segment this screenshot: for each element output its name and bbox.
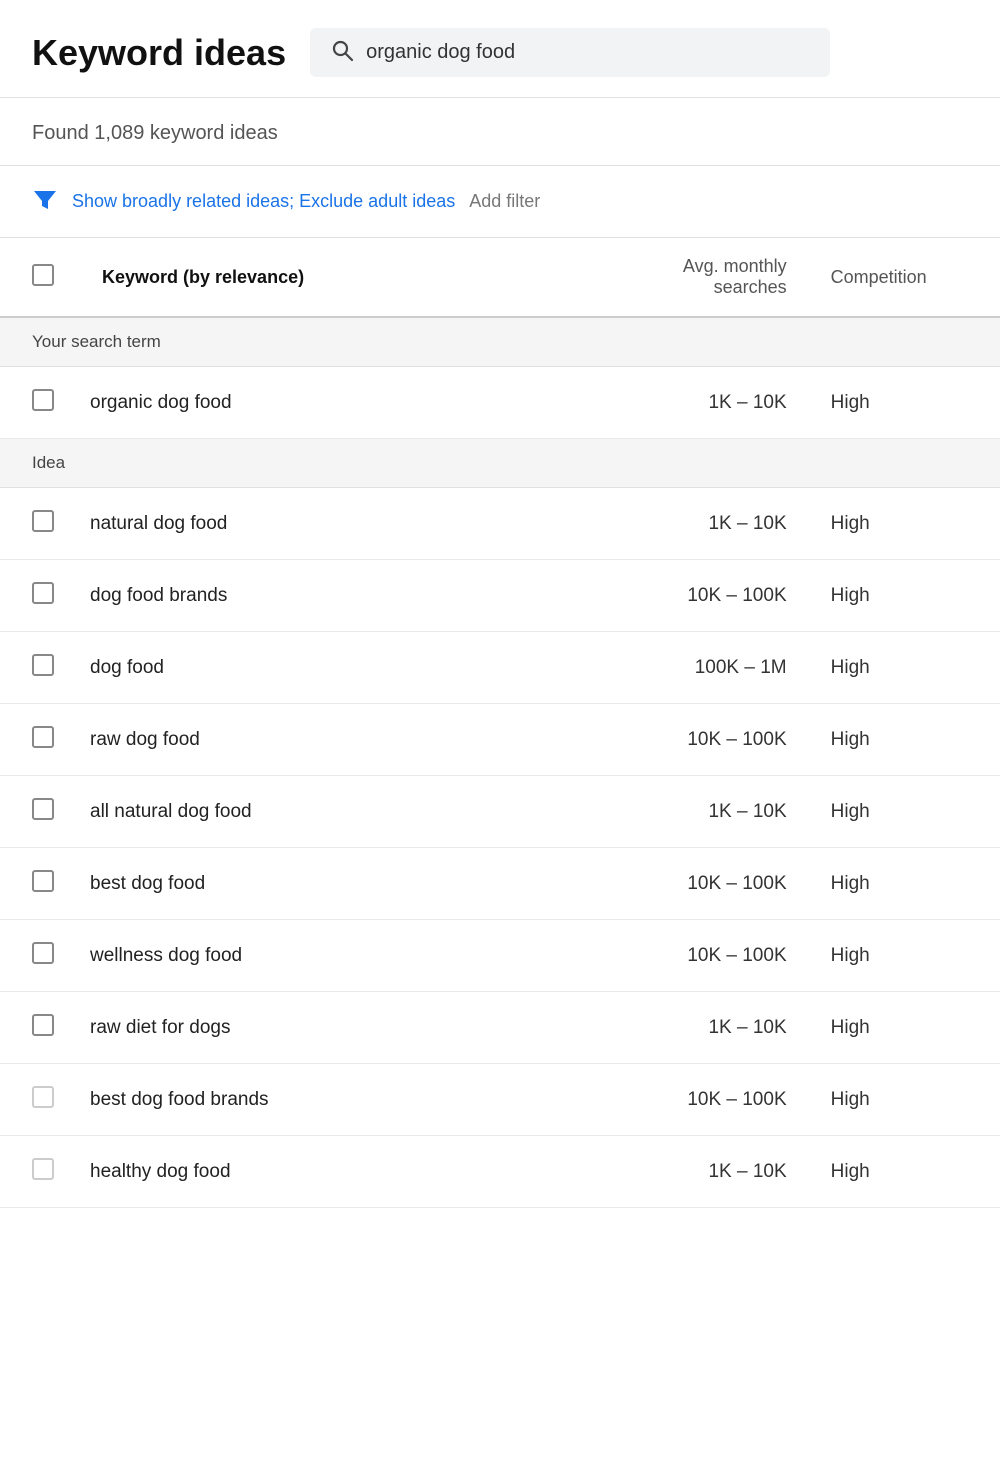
competition-cell: High bbox=[807, 920, 1000, 992]
section-header-label: Your search term bbox=[0, 317, 1000, 367]
col-searches-header: Avg. monthly searches bbox=[599, 238, 806, 317]
competition-cell: High bbox=[807, 488, 1000, 560]
table-row: healthy dog food 1K – 10K High bbox=[0, 1136, 1000, 1208]
row-checkbox-cell[interactable] bbox=[0, 992, 70, 1064]
header-checkbox-cell[interactable] bbox=[0, 238, 70, 317]
row-checkbox[interactable] bbox=[32, 510, 54, 532]
competition-cell: High bbox=[807, 776, 1000, 848]
row-checkbox[interactable] bbox=[32, 1158, 54, 1180]
row-checkbox[interactable] bbox=[32, 798, 54, 820]
row-checkbox[interactable] bbox=[32, 389, 54, 411]
page-header: Keyword ideas organic dog food bbox=[0, 0, 1000, 98]
row-checkbox-cell[interactable] bbox=[0, 367, 70, 439]
keyword-cell: dog food brands bbox=[70, 560, 599, 632]
keyword-cell: healthy dog food bbox=[70, 1136, 599, 1208]
section-header-search_term: Your search term bbox=[0, 317, 1000, 367]
row-checkbox-cell[interactable] bbox=[0, 1064, 70, 1136]
page-title: Keyword ideas bbox=[32, 32, 286, 74]
competition-cell: High bbox=[807, 560, 1000, 632]
row-checkbox[interactable] bbox=[32, 1014, 54, 1036]
keyword-table: Keyword (by relevance) Avg. monthly sear… bbox=[0, 238, 1000, 1208]
section-header-idea: Idea bbox=[0, 439, 1000, 488]
competition-cell: High bbox=[807, 704, 1000, 776]
row-checkbox-cell[interactable] bbox=[0, 632, 70, 704]
competition-cell: High bbox=[807, 1136, 1000, 1208]
table-row: natural dog food 1K – 10K High bbox=[0, 488, 1000, 560]
searches-cell: 1K – 10K bbox=[599, 367, 806, 439]
searches-cell: 1K – 10K bbox=[599, 992, 806, 1064]
keyword-cell: dog food bbox=[70, 632, 599, 704]
search-box[interactable]: organic dog food bbox=[310, 28, 830, 77]
found-count: Found 1,089 keyword ideas bbox=[0, 98, 1000, 166]
table-row: dog food brands 10K – 100K High bbox=[0, 560, 1000, 632]
table-row: wellness dog food 10K – 100K High bbox=[0, 920, 1000, 992]
keyword-cell: all natural dog food bbox=[70, 776, 599, 848]
searches-cell: 10K – 100K bbox=[599, 848, 806, 920]
table-row: best dog food 10K – 100K High bbox=[0, 848, 1000, 920]
competition-cell: High bbox=[807, 632, 1000, 704]
row-checkbox-cell[interactable] bbox=[0, 920, 70, 992]
select-all-checkbox[interactable] bbox=[32, 264, 54, 286]
searches-cell: 100K – 1M bbox=[599, 632, 806, 704]
row-checkbox[interactable] bbox=[32, 654, 54, 676]
searches-cell: 10K – 100K bbox=[599, 704, 806, 776]
searches-cell: 1K – 10K bbox=[599, 488, 806, 560]
table-row: raw diet for dogs 1K – 10K High bbox=[0, 992, 1000, 1064]
competition-cell: High bbox=[807, 848, 1000, 920]
table-header: Keyword (by relevance) Avg. monthly sear… bbox=[0, 238, 1000, 317]
row-checkbox-cell[interactable] bbox=[0, 488, 70, 560]
filter-icon bbox=[32, 186, 58, 217]
competition-cell: High bbox=[807, 367, 1000, 439]
table-row: organic dog food 1K – 10K High bbox=[0, 367, 1000, 439]
row-checkbox-cell[interactable] bbox=[0, 560, 70, 632]
row-checkbox-cell[interactable] bbox=[0, 704, 70, 776]
row-checkbox[interactable] bbox=[32, 726, 54, 748]
searches-cell: 10K – 100K bbox=[599, 560, 806, 632]
table-row: all natural dog food 1K – 10K High bbox=[0, 776, 1000, 848]
search-input[interactable]: organic dog food bbox=[366, 41, 515, 64]
keyword-cell: raw dog food bbox=[70, 704, 599, 776]
row-checkbox[interactable] bbox=[32, 942, 54, 964]
row-checkbox[interactable] bbox=[32, 1086, 54, 1108]
row-checkbox[interactable] bbox=[32, 582, 54, 604]
searches-cell: 10K – 100K bbox=[599, 1064, 806, 1136]
add-filter[interactable]: Add filter bbox=[469, 191, 540, 212]
row-checkbox-cell[interactable] bbox=[0, 848, 70, 920]
col-competition-header: Competition bbox=[807, 238, 1000, 317]
table-row: best dog food brands 10K – 100K High bbox=[0, 1064, 1000, 1136]
row-checkbox-cell[interactable] bbox=[0, 776, 70, 848]
row-checkbox[interactable] bbox=[32, 870, 54, 892]
keyword-cell: wellness dog food bbox=[70, 920, 599, 992]
table-row: dog food 100K – 1M High bbox=[0, 632, 1000, 704]
filter-bar: Show broadly related ideas; Exclude adul… bbox=[0, 166, 1000, 238]
searches-cell: 1K – 10K bbox=[599, 1136, 806, 1208]
table-row: raw dog food 10K – 100K High bbox=[0, 704, 1000, 776]
row-checkbox-cell[interactable] bbox=[0, 1136, 70, 1208]
search-icon bbox=[330, 38, 354, 67]
searches-cell: 1K – 10K bbox=[599, 776, 806, 848]
col-keyword-header: Keyword (by relevance) bbox=[70, 238, 599, 317]
searches-cell: 10K – 100K bbox=[599, 920, 806, 992]
competition-cell: High bbox=[807, 992, 1000, 1064]
keyword-cell: raw diet for dogs bbox=[70, 992, 599, 1064]
filter-links[interactable]: Show broadly related ideas; Exclude adul… bbox=[72, 191, 455, 212]
competition-cell: High bbox=[807, 1064, 1000, 1136]
keyword-cell: best dog food bbox=[70, 848, 599, 920]
keyword-cell: natural dog food bbox=[70, 488, 599, 560]
section-header-label: Idea bbox=[0, 439, 1000, 488]
keyword-cell: organic dog food bbox=[70, 367, 599, 439]
keyword-cell: best dog food brands bbox=[70, 1064, 599, 1136]
